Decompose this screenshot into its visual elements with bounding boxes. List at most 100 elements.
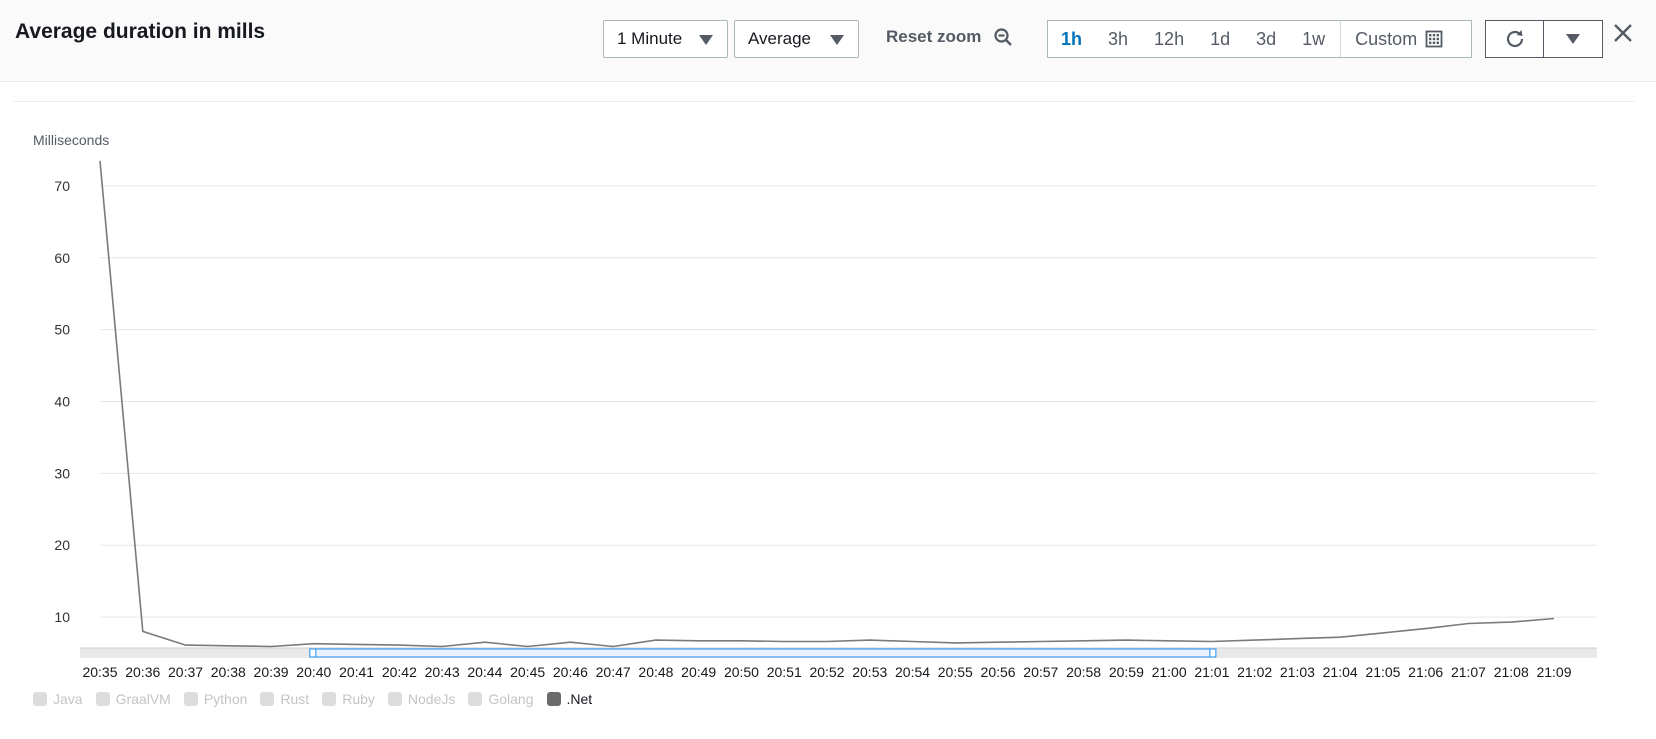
reset-zoom-label: Reset zoom [886,27,982,46]
range-custom-label: Custom [1355,28,1418,49]
header-divider [14,101,1634,102]
zoom-out-icon [994,28,1013,46]
x-tick-label: 20:46 [553,664,588,680]
legend-label: Rust [280,691,310,707]
range-3d-button[interactable]: 3d [1243,21,1289,57]
x-tick-label: 20:48 [638,664,673,680]
x-tick-label: 20:52 [809,664,844,680]
legend-swatch [468,692,483,706]
range-1w-button[interactable]: 1w [1289,21,1338,57]
legend-item[interactable]: Python [183,691,248,707]
chart-legend: Java GraalVM Python Rust Ruby NodeJs Golang .Ne… [33,691,605,707]
statistic-select-value: Average [748,29,812,48]
refresh-options-button[interactable] [1544,21,1602,57]
legend-label: GraalVM [115,691,171,707]
x-tick-label: 20:38 [211,664,246,680]
legend-label: Golang [488,691,534,707]
widget-title: Average duration in mills [15,20,266,43]
x-tick-label: 20:39 [254,664,289,680]
calendar-icon [1425,30,1443,48]
statistic-select[interactable]: Average [734,20,859,58]
reset-zoom-button[interactable]: Reset zoom [886,27,1013,47]
x-tick-label: 20:36 [125,664,160,680]
widget-header: Average duration in mills 1 Minute Avera… [0,0,1656,82]
legend-label: Ruby [342,691,375,707]
legend-label: Java [53,691,83,707]
range-3h-button[interactable]: 3h [1095,21,1141,57]
x-tick-label: 20:54 [895,664,930,680]
x-tick-label: 20:45 [510,664,545,680]
y-tick-label: 30 [54,465,70,481]
x-tick-label: 20:43 [425,664,460,680]
legend-label: NodeJs [407,691,456,707]
y-tick-label: 40 [54,394,70,410]
x-tick-label: 20:51 [767,664,802,680]
duration-line-chart: Milliseconds 10 20 30 40 50 60 70 20:35 20:36 20:3… [33,132,1597,680]
y-tick-label: 20 [54,537,70,553]
x-tick-label: 20:58 [1066,664,1101,680]
refresh-icon [1506,30,1523,48]
legend-item[interactable]: Java [33,691,83,707]
x-tick-label: 21:04 [1323,664,1358,680]
x-tick-label: 21:00 [1152,664,1187,680]
caret-down-icon [1566,34,1580,44]
range-12h-button[interactable]: 12h [1141,21,1197,57]
legend-item[interactable]: .Net [546,691,593,707]
caret-down-icon [699,35,713,45]
legend-item[interactable]: NodeJs [387,691,456,707]
legend-item[interactable]: Ruby [322,691,375,707]
x-tick-label: 21:08 [1494,664,1529,680]
caret-down-icon [830,35,844,45]
legend-swatch [260,692,275,706]
x-tick-label: 21:06 [1408,664,1443,680]
x-tick-label: 21:02 [1237,664,1272,680]
x-tick-label: 20:56 [981,664,1016,680]
y-axis-label: Milliseconds [33,132,109,148]
legend-swatch [95,692,110,706]
zoom-brush-selection[interactable] [312,648,1214,658]
x-tick-label: 20:55 [938,664,973,680]
period-select[interactable]: 1 Minute [603,20,728,58]
x-tick-label: 20:44 [467,664,502,680]
zoom-brush-handle[interactable] [1209,648,1217,658]
zoom-brush-handle[interactable] [309,648,317,658]
x-tick-label: 21:07 [1451,664,1486,680]
x-tick-label: 20:42 [382,664,417,680]
legend-label: .Net [566,691,593,707]
legend-swatch [322,692,337,706]
x-tick-label: 21:01 [1194,664,1229,680]
legend-item[interactable]: Rust [260,691,309,707]
legend-swatch [33,692,47,706]
range-custom-button[interactable]: Custom [1340,21,1456,57]
x-tick-label: 21:03 [1280,664,1315,680]
x-tick-label: 20:40 [296,664,331,680]
time-range-group: 1h 3h 12h 1d 3d 1w Custom [1047,20,1472,58]
x-tick-label: 20:47 [596,664,631,680]
legend-item[interactable]: Golang [468,691,534,707]
legend-swatch [546,692,561,706]
period-select-value: 1 Minute [617,29,683,48]
x-tick-label: 20:49 [681,664,716,680]
x-tick-label: 20:50 [724,664,759,680]
refresh-group [1485,20,1603,58]
x-tick-label: 20:35 [82,664,117,680]
y-tick-label: 70 [54,178,70,194]
refresh-button[interactable] [1486,21,1544,57]
series-line-net [99,160,1555,648]
x-tick-label: 21:09 [1536,664,1571,680]
range-1h-button[interactable]: 1h [1048,21,1095,57]
range-1d-button[interactable]: 1d [1197,21,1243,57]
x-tick-label: 20:57 [1023,664,1058,680]
x-tick-label: 20:37 [168,664,203,680]
x-tick-label: 20:53 [852,664,887,680]
y-tick-label: 10 [54,609,70,625]
legend-swatch [183,692,198,706]
legend-label: Python [203,691,248,707]
close-icon[interactable] [1612,22,1634,44]
y-tick-label: 60 [54,250,70,266]
legend-swatch [387,692,402,706]
x-tick-label: 20:59 [1109,664,1144,680]
legend-item[interactable]: GraalVM [95,691,171,707]
y-tick-label: 50 [54,322,70,338]
x-tick-label: 21:05 [1365,664,1400,680]
